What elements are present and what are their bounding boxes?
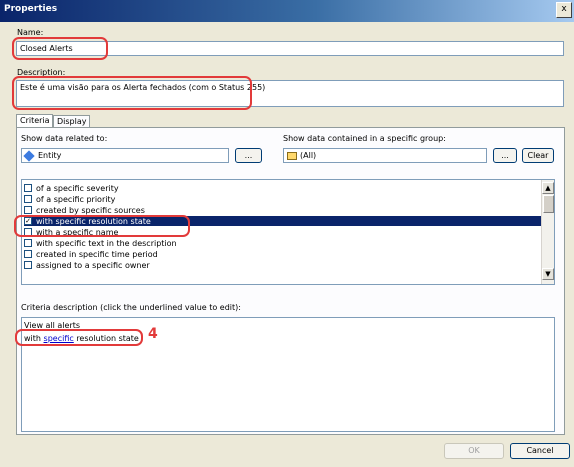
tab-criteria[interactable]: Criteria — [16, 114, 53, 128]
list-item[interactable]: assigned to a specific owner — [24, 260, 549, 270]
annotation-number: 4 — [148, 326, 158, 342]
list-item[interactable]: of a specific priority — [24, 194, 549, 204]
show-related-label: Show data related to: — [21, 134, 108, 143]
checkbox[interactable] — [24, 195, 32, 203]
folder-icon — [287, 152, 297, 160]
group-label: Show data contained in a specific group: — [283, 134, 446, 143]
group-value: (All) — [300, 151, 317, 160]
entity-field[interactable]: Entity — [21, 148, 229, 163]
clear-button[interactable]: Clear — [522, 148, 554, 163]
group-field[interactable]: (All) — [283, 148, 487, 163]
cancel-button[interactable]: Cancel — [510, 443, 570, 459]
list-scrollbar[interactable]: ▲ ▼ — [541, 180, 554, 284]
entity-value: Entity — [38, 151, 62, 160]
title-bar — [0, 0, 574, 22]
annotation-box-description — [12, 76, 252, 110]
list-item[interactable]: of a specific severity — [24, 183, 549, 193]
scroll-up-icon[interactable]: ▲ — [542, 182, 554, 194]
list-item[interactable]: with specific text in the description — [24, 238, 549, 248]
browse-group-button[interactable]: ... — [493, 148, 517, 163]
browse-entity-button[interactable]: ... — [235, 148, 262, 163]
scroll-thumb[interactable] — [543, 195, 554, 213]
criteria-description-label: Criteria description (click the underlin… — [21, 303, 241, 312]
scroll-down-icon[interactable]: ▼ — [542, 268, 554, 280]
annotation-box-name — [12, 37, 108, 60]
list-item[interactable]: created in specific time period — [24, 249, 549, 259]
name-label: Name: — [17, 28, 44, 37]
ok-button[interactable]: OK — [444, 443, 504, 459]
entity-icon — [23, 150, 35, 162]
annotation-box-criteria — [15, 329, 143, 346]
checkbox[interactable] — [24, 250, 32, 258]
annotation-box-resolution-state — [14, 215, 190, 237]
close-button[interactable]: x — [556, 2, 572, 18]
list-item[interactable]: created by specific sources — [24, 205, 549, 215]
checkbox[interactable] — [24, 184, 32, 192]
checkbox[interactable] — [24, 206, 32, 214]
checkbox[interactable] — [24, 261, 32, 269]
criteria-panel: Show data related to: Entity ... Show da… — [14, 127, 565, 435]
window-title: Properties — [4, 4, 58, 14]
checkbox[interactable] — [24, 239, 32, 247]
